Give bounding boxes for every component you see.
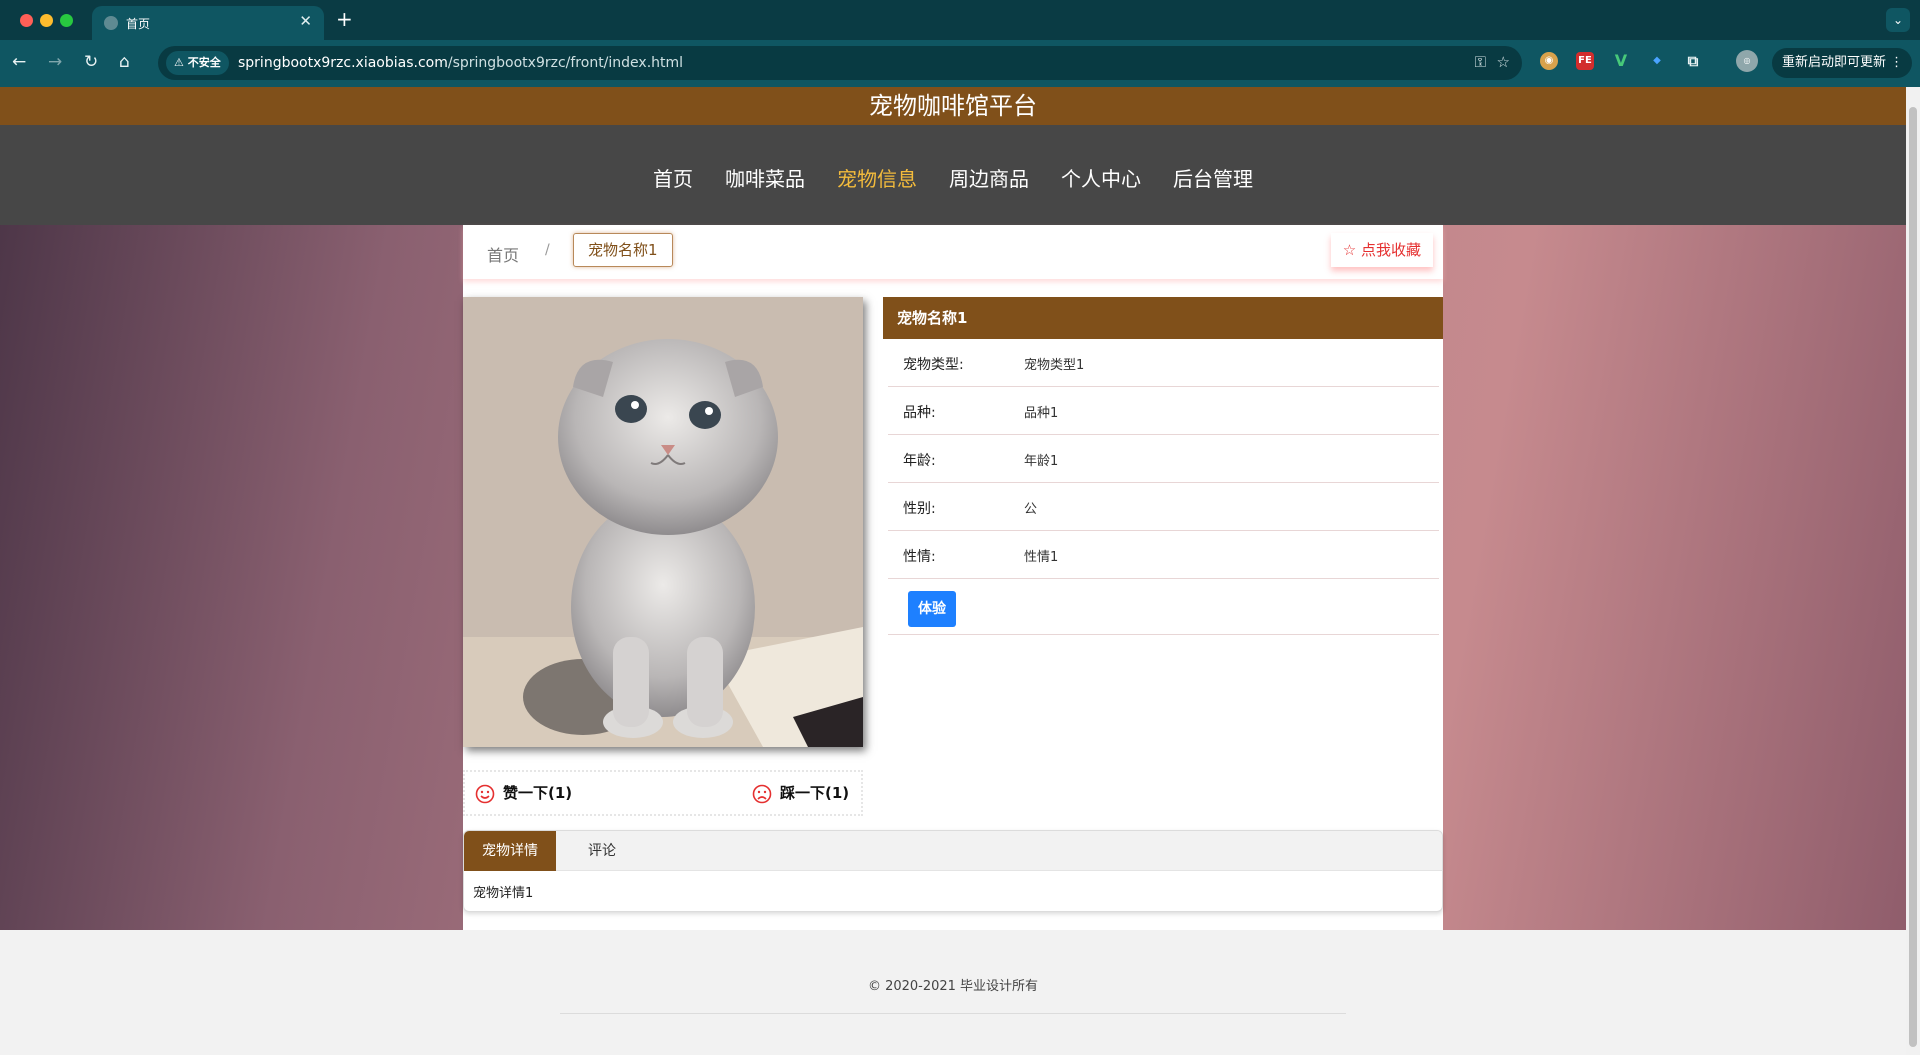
update-button[interactable]: 重新启动即可更新 ⋮ <box>1772 48 1912 78</box>
pet-info-table: 宠物类型: 宠物类型1 品种: 品种1 年龄: 年龄1 性别: 公 性情: 性情… <box>888 339 1439 635</box>
info-label: 性情: <box>903 549 936 565</box>
main-content: 首页 / 宠物名称1 ☆ 点我收藏 赞一下(1) 踩一下(1) 宠物名称1 宠物… <box>463 225 1443 930</box>
detail-tabs: 宠物详情 评论 宠物详情1 <box>463 830 1443 912</box>
page-scrollbar[interactable] <box>1906 87 1920 1055</box>
browser-tab-bar: 首页 ✕ + ⌄ <box>0 0 1920 40</box>
dislike-label: 踩一下(1) <box>780 784 850 802</box>
info-value: 性情1 <box>1024 550 1059 565</box>
favorite-button[interactable]: ☆ 点我收藏 <box>1330 233 1433 267</box>
copyright-text: © 2020-2021 毕业设计所有 <box>867 979 1039 994</box>
extension-icon[interactable]: ◉ <box>1540 52 1558 70</box>
globe-icon <box>104 16 118 30</box>
info-value: 宠物类型1 <box>1024 358 1085 373</box>
like-button[interactable]: 赞一下(1) <box>475 782 572 804</box>
pet-photo <box>463 297 863 747</box>
forward-icon[interactable]: → <box>48 52 62 72</box>
info-value: 年龄1 <box>1024 454 1059 469</box>
info-label: 年龄: <box>903 453 936 469</box>
window-close-button[interactable] <box>20 14 33 27</box>
window-minimize-button[interactable] <box>40 14 53 27</box>
menu-item-profile[interactable]: 个人中心 <box>1045 155 1157 200</box>
frown-icon <box>752 784 772 803</box>
scrollbar-thumb[interactable] <box>1909 107 1917 1047</box>
breadcrumb-current: 宠物名称1 <box>573 233 673 267</box>
tab-content: 宠物详情1 <box>473 886 534 901</box>
action-row: 体验 <box>888 579 1439 635</box>
menu-item-home[interactable]: 首页 <box>637 155 709 200</box>
window-zoom-button[interactable] <box>60 14 73 27</box>
page-footer: © 2020-2021 毕业设计所有 <box>0 930 1906 1055</box>
info-row-temperament: 性情: 性情1 <box>888 531 1439 579</box>
vote-bar: 赞一下(1) 踩一下(1) <box>463 770 863 816</box>
breadcrumb-home-link[interactable]: 首页 <box>487 242 519 266</box>
info-row-breed: 品种: 品种1 <box>888 387 1439 435</box>
menu-item-coffee[interactable]: 咖啡菜品 <box>709 155 821 200</box>
pet-name-heading: 宠物名称1 <box>883 297 1443 339</box>
tab-comments[interactable]: 评论 <box>556 831 648 871</box>
menu-item-merchandise[interactable]: 周边商品 <box>933 155 1045 200</box>
menu-item-admin[interactable]: 后台管理 <box>1157 155 1269 200</box>
extension-icon[interactable]: ◆ <box>1648 52 1666 70</box>
info-label: 性别: <box>903 501 936 517</box>
footer-divider <box>560 1013 1346 1014</box>
tab-close-icon[interactable]: ✕ <box>299 12 312 30</box>
key-icon[interactable]: ⚿ <box>1475 53 1486 71</box>
star-icon[interactable]: ☆ <box>1497 53 1510 71</box>
like-label: 赞一下(1) <box>503 784 573 802</box>
info-value: 品种1 <box>1024 406 1059 421</box>
site-title: 宠物咖啡馆平台 <box>0 87 1906 125</box>
browser-tab-title: 首页 <box>126 17 151 31</box>
tabs-header: 宠物详情 评论 <box>464 831 1442 871</box>
profile-avatar[interactable]: ◎ <box>1736 50 1758 72</box>
experience-button[interactable]: 体验 <box>908 591 956 627</box>
info-row-type: 宠物类型: 宠物类型1 <box>888 339 1439 387</box>
extension-icon[interactable]: FE <box>1576 52 1594 70</box>
security-indicator[interactable]: ⚠ 不安全 <box>166 51 229 75</box>
home-icon[interactable]: ⌂ <box>119 52 130 72</box>
menu-item-pets[interactable]: 宠物信息 <box>821 155 933 200</box>
dislike-button[interactable]: 踩一下(1) <box>752 782 849 804</box>
reload-icon[interactable]: ↻ <box>84 52 98 72</box>
tab-pet-detail[interactable]: 宠物详情 <box>464 831 556 871</box>
breadcrumb: 首页 / 宠物名称1 ☆ 点我收藏 <box>463 225 1443 279</box>
back-icon[interactable]: ← <box>12 52 26 72</box>
info-label: 品种: <box>903 405 936 421</box>
breadcrumb-separator: / <box>545 242 550 258</box>
browser-toolbar: ← → ↻ ⌂ ⚠ 不安全 springbootx9rzc.xiaobias.c… <box>0 40 1920 87</box>
main-menu: 首页 咖啡菜品 宠物信息 周边商品 个人中心 后台管理 <box>0 125 1906 225</box>
browser-tab[interactable]: 首页 ✕ <box>92 6 324 40</box>
extension-icon[interactable]: V <box>1612 52 1630 70</box>
extensions-puzzle-icon[interactable]: ⧉ <box>1684 52 1702 70</box>
info-label: 宠物类型: <box>903 357 964 373</box>
kitten-photo <box>463 297 863 747</box>
url-text[interactable]: springbootx9rzc.xiaobias.com/springbootx… <box>238 55 683 71</box>
smile-icon <box>475 784 495 803</box>
info-value: 公 <box>1024 502 1038 517</box>
new-tab-button[interactable]: + <box>336 7 353 31</box>
page-viewport: 宠物咖啡馆平台 首页 咖啡菜品 宠物信息 周边商品 个人中心 后台管理 首页 /… <box>0 87 1906 1055</box>
address-bar[interactable]: ⚠ 不安全 springbootx9rzc.xiaobias.com/sprin… <box>158 46 1522 80</box>
info-row-age: 年龄: 年龄1 <box>888 435 1439 483</box>
tab-search-button[interactable]: ⌄ <box>1886 8 1910 32</box>
info-row-gender: 性别: 公 <box>888 483 1439 531</box>
